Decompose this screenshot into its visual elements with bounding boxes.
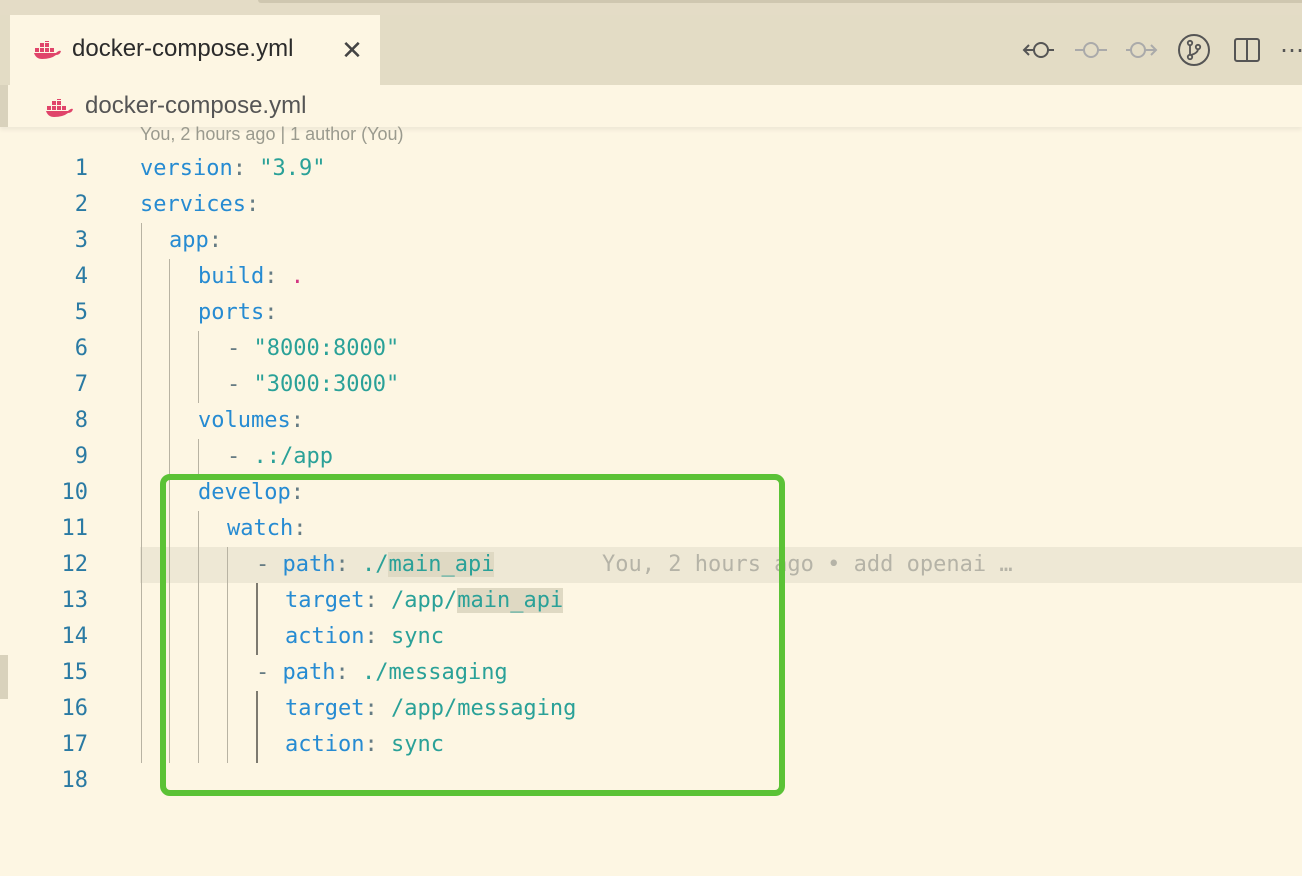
line-number: 15 <box>61 660 89 685</box>
code-line[interactable]: app: <box>169 223 222 259</box>
line-number: 7 <box>74 372 88 397</box>
line-number: 3 <box>74 228 88 253</box>
tab-bar: docker-compose.yml ✕ ⋯ <box>0 15 1302 85</box>
sash-marker <box>0 85 8 127</box>
yaml-colon: : <box>208 228 222 253</box>
code-line[interactable]: - "8000:8000" <box>227 331 399 367</box>
yaml-key: volumes <box>198 408 291 433</box>
line-number: 13 <box>61 588 89 613</box>
line-number: 18 <box>61 768 89 793</box>
yaml-dash: - <box>227 336 254 361</box>
go-back-icon[interactable] <box>1020 33 1056 67</box>
yaml-key: services <box>140 192 246 217</box>
window-top-strip <box>0 0 1302 15</box>
line-number: 10 <box>61 480 89 505</box>
line-number: 6 <box>74 336 88 361</box>
yaml-colon: : <box>245 192 260 217</box>
tab-label: docker-compose.yml <box>72 35 294 62</box>
code-line[interactable]: - .:/app <box>227 439 333 475</box>
code-line[interactable]: ports: <box>198 295 277 331</box>
yaml-colon: : <box>264 264 291 289</box>
yaml-colon: : <box>264 300 278 325</box>
yaml-colon: : <box>232 156 260 181</box>
yaml-value: . <box>290 264 304 289</box>
code-line[interactable]: - "3000:3000" <box>227 367 399 403</box>
yaml-key: build <box>198 264 265 289</box>
yaml-value: "3000:3000" <box>253 372 400 397</box>
close-icon[interactable]: ✕ <box>340 35 364 65</box>
line-number: 8 <box>74 408 88 433</box>
line-number: 16 <box>61 696 89 721</box>
window-top-notch <box>258 0 1302 3</box>
yaml-value: .:/app <box>253 444 333 469</box>
line-number: 11 <box>61 516 89 541</box>
line-number: 14 <box>61 624 89 649</box>
yaml-dash: - <box>227 444 254 469</box>
git-branch-icon[interactable] <box>1176 33 1212 67</box>
highlight-box <box>160 474 785 796</box>
blame-header[interactable]: You, 2 hours ago | 1 author (You) <box>140 124 404 145</box>
docker-icon <box>34 41 61 59</box>
yaml-key: ports <box>198 300 265 325</box>
code-line[interactable]: build: . <box>198 259 304 295</box>
yaml-value: "3.9" <box>259 156 326 181</box>
line-number: 17 <box>61 732 89 757</box>
yaml-value: "8000:8000" <box>253 336 400 361</box>
line-number: 5 <box>74 300 88 325</box>
code-line[interactable]: volumes: <box>198 403 304 439</box>
more-actions-icon[interactable]: ⋯ <box>1280 33 1302 67</box>
split-editor-icon[interactable] <box>1229 33 1265 67</box>
commit-icon[interactable] <box>1073 33 1109 67</box>
breadcrumb-file[interactable]: docker-compose.yml <box>85 92 306 120</box>
line-number: 12 <box>61 552 89 577</box>
docker-icon <box>46 99 73 117</box>
yaml-dash: - <box>227 372 254 397</box>
line-number: 1 <box>74 156 88 181</box>
yaml-colon: : <box>290 408 304 433</box>
code-line[interactable]: services: <box>140 187 259 223</box>
yaml-key: version <box>140 156 233 181</box>
code-line[interactable]: version: "3.9" <box>140 151 325 187</box>
tab-docker-compose[interactable]: docker-compose.yml ✕ <box>10 15 380 85</box>
line-number: 9 <box>74 444 88 469</box>
line-number: 2 <box>74 192 88 217</box>
go-forward-icon[interactable] <box>1124 33 1160 67</box>
yaml-key: app <box>169 228 209 253</box>
line-number: 4 <box>74 264 88 289</box>
